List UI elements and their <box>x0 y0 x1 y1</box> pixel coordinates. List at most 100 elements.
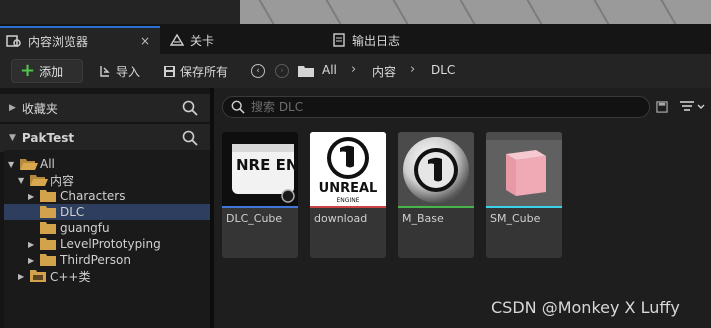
tree-item-label: DLC <box>60 205 85 219</box>
save-icon <box>164 65 175 77</box>
level-icon <box>170 33 184 46</box>
open-folder-icon <box>20 158 38 170</box>
forward-icon[interactable]: › <box>275 64 289 78</box>
watermark-text: CSDN @Monkey X Luffy <box>491 298 680 317</box>
asset-tile-m-base[interactable]: M_Base <box>398 132 474 258</box>
engine-text: ENGINE <box>337 197 360 204</box>
tree-item-label: ThirdPerson <box>60 253 131 267</box>
folder-icon <box>40 238 56 250</box>
tree-item-label: LevelPrototyping <box>60 237 161 251</box>
project-header[interactable]: ▼ PakTest <box>0 124 210 152</box>
folder-icon <box>40 206 56 218</box>
search-icon <box>231 100 245 114</box>
search-icon[interactable] <box>182 130 198 146</box>
tree-item-label: C++类 <box>50 269 91 284</box>
collapse-arrow-icon: ▶ <box>9 103 16 113</box>
tab-content-browser[interactable]: 内容浏览器 × <box>0 26 160 54</box>
viewport-dark-area <box>0 0 250 24</box>
favorites-label: 收藏夹 <box>21 101 58 116</box>
sources-panel: ▶ 收藏夹 ▼ PakTest ▼ All ▼ 内容 ▶ Characters … <box>0 88 210 328</box>
plus-icon: + <box>20 60 36 81</box>
expand-arrow-icon: ▼ <box>18 175 25 185</box>
asset-tile-dlc-cube[interactable]: NRE ENGI DLC_Cube <box>222 132 298 258</box>
search-icon[interactable] <box>182 100 198 116</box>
static-mesh-cube-icon <box>486 132 562 206</box>
asset-thumbnail: NRE ENGI <box>222 132 298 206</box>
save-all-button[interactable]: 保存所有 <box>163 62 228 80</box>
asset-type-bar <box>398 206 474 208</box>
collapse-arrow-icon: ▶ <box>28 255 35 265</box>
tab-bar: 内容浏览器 × 关卡 输出日志 <box>0 24 711 54</box>
viewport-strip <box>0 0 711 24</box>
favorites-header[interactable]: ▶ 收藏夹 <box>0 94 210 122</box>
asset-type-bar <box>310 206 386 208</box>
folder-icon <box>298 66 314 77</box>
cube-logo-thumbnail: NRE ENGI <box>222 132 298 206</box>
import-button[interactable]: 导入 <box>98 62 140 80</box>
folder-tree: ▼ All ▼ 内容 ▶ Characters DLC guangfu ▶ Le… <box>4 150 210 328</box>
tree-item-label: 内容 <box>50 173 75 188</box>
folder-icon <box>40 254 56 266</box>
tab-label: 关卡 <box>190 33 215 48</box>
tab-output-log[interactable]: 输出日志 <box>328 26 448 54</box>
expand-arrow-icon: ▼ <box>8 159 15 169</box>
tab-label: 输出日志 <box>352 33 401 48</box>
breadcrumb-separator-icon: › <box>410 62 416 77</box>
toolbar: + 添加 导入 保存所有 ‹ › All › 内容 › DLC <box>0 54 711 88</box>
tab-level[interactable]: 关卡 <box>164 26 284 54</box>
tree-item-content[interactable]: ▼ 内容 <box>4 172 210 188</box>
collapse-arrow-icon: ▶ <box>18 271 25 281</box>
unreal-logo-icon: UNREAL ENGINE <box>310 132 386 206</box>
cpp-folder-icon <box>30 270 46 282</box>
asset-thumbnail <box>486 132 562 206</box>
asset-name: download <box>314 212 368 225</box>
tree-item-all[interactable]: ▼ All <box>4 156 210 172</box>
tree-item-dlc[interactable]: DLC <box>4 204 210 220</box>
tree-item-label: guangfu <box>60 221 110 235</box>
tree-item-label: All <box>40 157 55 171</box>
import-label: 导入 <box>116 64 141 79</box>
project-label: PakTest <box>21 131 75 145</box>
asset-search-input[interactable] <box>251 100 631 114</box>
material-sphere-icon <box>398 132 474 206</box>
tree-item-guangfu[interactable]: guangfu <box>4 220 210 236</box>
expand-arrow-icon: ▼ <box>9 133 16 143</box>
breadcrumb-content[interactable]: 内容 <box>372 63 396 80</box>
asset-search-box[interactable] <box>222 96 650 118</box>
save-search-icon[interactable] <box>656 101 668 113</box>
tree-item-thirdperson[interactable]: ▶ ThirdPerson <box>4 252 210 268</box>
open-folder-icon <box>30 174 48 186</box>
asset-type-bar <box>486 206 562 208</box>
content-browser-icon <box>6 35 21 47</box>
unreal-text: UNREAL <box>319 181 378 196</box>
asset-name: M_Base <box>402 212 444 225</box>
viewport-grid <box>240 0 711 24</box>
asset-tile-sm-cube[interactable]: SM_Cube <box>486 132 562 258</box>
close-icon[interactable]: × <box>140 34 150 48</box>
asset-view-panel: NRE ENGI DLC_Cube UNREAL ENGINE download <box>214 88 711 328</box>
tree-item-label: Characters <box>60 189 126 203</box>
tab-label: 内容浏览器 <box>28 34 89 49</box>
tree-item-cpp-classes[interactable]: ▶ C++类 <box>4 268 210 284</box>
breadcrumb-all[interactable]: All <box>322 63 337 77</box>
save-all-label: 保存所有 <box>180 64 229 79</box>
collapse-arrow-icon: ▶ <box>28 191 35 201</box>
asset-name: SM_Cube <box>490 212 541 225</box>
asset-name: DLC_Cube <box>226 212 283 225</box>
asset-tile-download[interactable]: UNREAL ENGINE download <box>310 132 386 258</box>
back-icon[interactable]: ‹ <box>251 64 265 78</box>
folder-icon <box>40 222 56 234</box>
breadcrumb-separator-icon: › <box>351 62 357 77</box>
filter-icon[interactable] <box>679 100 705 114</box>
cube-logo-text-1: NRE ENGI <box>236 156 298 174</box>
breadcrumb-dlc[interactable]: DLC <box>431 63 455 77</box>
folder-icon <box>40 190 56 202</box>
add-button[interactable]: + 添加 <box>11 59 83 83</box>
asset-thumbnail <box>398 132 474 206</box>
tree-item-characters[interactable]: ▶ Characters <box>4 188 210 204</box>
import-icon <box>100 66 110 77</box>
output-log-icon <box>333 33 345 47</box>
asset-type-bar <box>222 206 298 208</box>
asset-thumbnail: UNREAL ENGINE <box>310 132 386 206</box>
tree-item-levelprototyping[interactable]: ▶ LevelPrototyping <box>4 236 210 252</box>
